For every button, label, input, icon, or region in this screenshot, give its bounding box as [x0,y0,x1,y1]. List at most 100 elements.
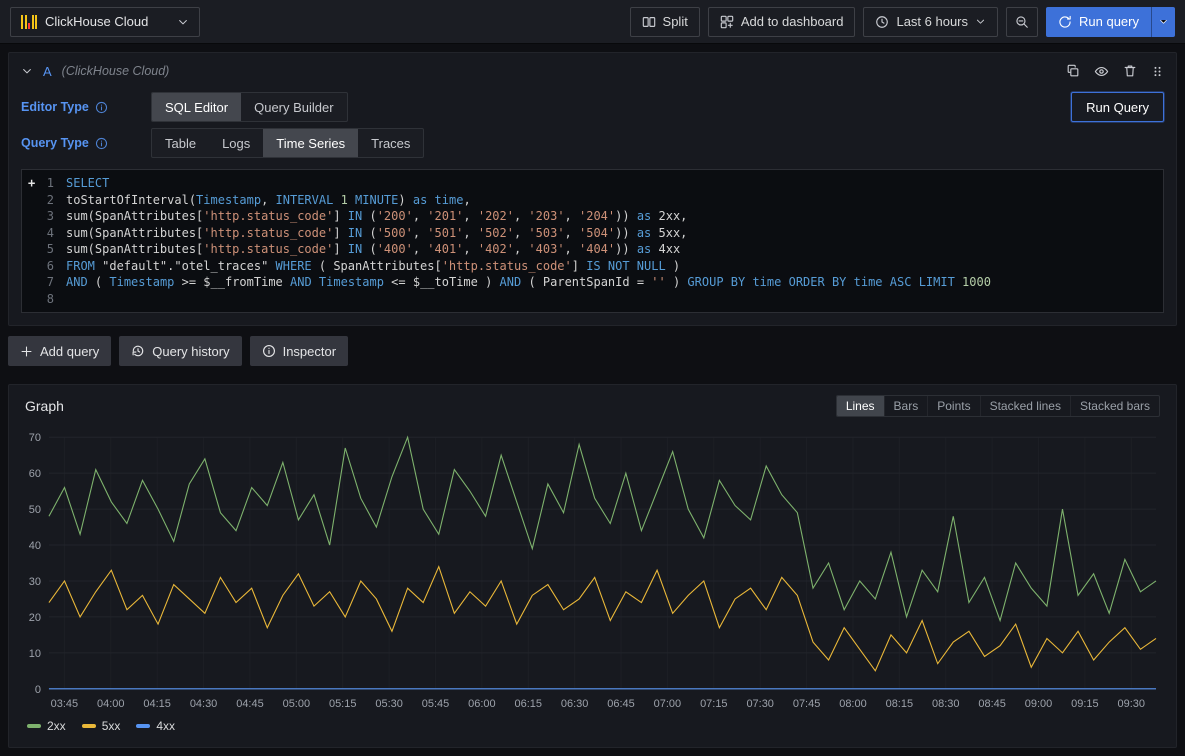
y-tick-label: 40 [29,540,41,552]
query-type-option-logs[interactable]: Logs [209,129,263,157]
editor-type-option-query-builder[interactable]: Query Builder [241,93,346,121]
x-tick-label: 05:00 [283,698,310,710]
query-type-label-text: Query Type [21,136,89,150]
run-query-interval-caret[interactable] [1151,7,1175,37]
query-type-toggle: TableLogsTime SeriesTraces [151,128,424,158]
x-tick-label: 08:00 [839,698,866,710]
legend-swatch-4xx [136,724,150,728]
x-tick-label: 07:15 [700,698,727,710]
collapse-chevron-icon[interactable] [21,65,33,77]
clickhouse-logo-icon [21,15,37,29]
time-range-label: Last 6 hours [896,14,968,29]
sql-line-6[interactable]: FROM "default"."otel_traces" WHERE ( Spa… [66,258,1163,275]
split-icon [642,15,656,29]
split-button[interactable]: Split [630,7,700,37]
sql-line-4[interactable]: sum(SpanAttributes['http.status_code'] I… [66,225,1163,242]
legend-item-2xx[interactable]: 2xx [27,719,66,733]
graph-mode-points[interactable]: Points [928,396,980,416]
y-tick-label: 10 [29,648,41,660]
x-tick-label: 07:45 [793,698,820,710]
query-history-button[interactable]: Query history [119,336,241,366]
x-tick-label: 04:00 [97,698,124,710]
datasource-picker[interactable]: ClickHouse Cloud [10,7,200,37]
query-type-option-time-series[interactable]: Time Series [263,129,358,157]
run-query-button[interactable]: Run query [1046,7,1151,37]
x-tick-label: 06:30 [561,698,588,710]
hide-response-eye-icon[interactable] [1094,64,1109,79]
sql-line-2[interactable]: toStartOfInterval(Timestamp, INTERVAL 1 … [66,192,1163,209]
x-tick-label: 05:45 [422,698,449,710]
dashboard-grid-icon [720,15,734,29]
split-label: Split [663,14,688,29]
y-tick-label: 20 [29,612,41,624]
add-to-dashboard-label: Add to dashboard [741,14,844,29]
time-range-picker[interactable]: Last 6 hours [863,7,998,37]
inspector-label: Inspector [283,344,336,359]
plus-icon [20,345,33,358]
zoom-out-button[interactable] [1006,7,1038,37]
editor-type-row: Editor Type SQL EditorQuery Builder Run … [9,89,1176,125]
add-to-dashboard-button[interactable]: Add to dashboard [708,7,856,37]
topbar: ClickHouse Cloud Split Add to dashboard … [0,0,1185,44]
sql-line-1[interactable]: SELECT [66,175,1163,192]
editor-add-glyph-icon[interactable]: + [28,175,35,192]
graph-mode-stacked-lines[interactable]: Stacked lines [981,396,1071,416]
line-number: 1 [47,176,54,190]
line-number: 6 [47,259,54,273]
x-tick-label: 05:15 [329,698,356,710]
history-icon [131,344,145,358]
run-query-label: Run query [1079,14,1139,29]
legend-item-5xx[interactable]: 5xx [82,719,121,733]
legend-item-4xx[interactable]: 4xx [136,719,175,733]
graph-canvas[interactable]: 03:4504:0004:1504:3004:4505:0005:1505:30… [15,425,1166,717]
x-tick-label: 04:30 [190,698,217,710]
x-tick-label: 03:45 [51,698,78,710]
x-tick-label: 08:30 [932,698,959,710]
sql-line-5[interactable]: sum(SpanAttributes['http.status_code'] I… [66,241,1163,258]
x-tick-label: 07:30 [746,698,773,710]
drag-handle-icon[interactable] [1151,65,1164,78]
sql-line-3[interactable]: sum(SpanAttributes['http.status_code'] I… [66,208,1163,225]
remove-query-trash-icon[interactable] [1123,64,1137,78]
x-tick-label: 06:45 [607,698,634,710]
x-tick-label: 06:00 [468,698,495,710]
graph-mode-bars[interactable]: Bars [885,396,929,416]
graph-mode-lines[interactable]: Lines [837,396,885,416]
info-circle-icon[interactable] [95,137,108,150]
chevron-down-icon [177,16,189,28]
duplicate-query-icon[interactable] [1066,64,1080,78]
sql-line-8[interactable] [66,291,1163,308]
query-type-label: Query Type [21,136,151,150]
legend-label-2xx: 2xx [47,719,66,733]
graph-title: Graph [25,398,64,414]
query-type-option-table[interactable]: Table [152,129,209,157]
line-number: 8 [47,292,54,306]
info-circle-icon[interactable] [95,101,108,114]
run-query-split-button: Run query [1046,7,1175,37]
x-tick-label: 07:00 [654,698,681,710]
add-query-button[interactable]: Add query [8,336,111,366]
y-tick-label: 50 [29,504,41,516]
query-type-row: Query Type TableLogsTime SeriesTraces [9,125,1176,161]
panel-run-query-button[interactable]: Run Query [1071,92,1164,122]
inspector-button[interactable]: Inspector [250,336,348,366]
legend-label-4xx: 4xx [156,719,175,733]
line-number: 5 [47,242,54,256]
series-line-5xx [49,567,1156,671]
x-tick-label: 08:15 [886,698,913,710]
query-type-option-traces[interactable]: Traces [358,129,423,157]
x-tick-label: 08:45 [978,698,1005,710]
sql-code-editor[interactable]: +12345678 SELECTtoStartOfInterval(Timest… [21,169,1164,313]
sql-line-7[interactable]: AND ( Timestamp >= $__fromTime AND Times… [66,274,1163,291]
topbar-actions: Split Add to dashboard Last 6 hours [630,7,1175,37]
graph-mode-stacked-bars[interactable]: Stacked bars [1071,396,1159,416]
x-tick-label: 09:00 [1025,698,1052,710]
editor-gutter: +12345678 [22,175,66,307]
zoom-out-icon [1015,15,1029,29]
editor-type-option-sql-editor[interactable]: SQL Editor [152,93,241,121]
query-ref-id[interactable]: A [43,64,52,79]
explore-page: A (ClickHouse Cloud) Editor Type [0,44,1185,756]
line-number: 2 [47,193,54,207]
y-tick-label: 60 [29,468,41,480]
add-query-label: Add query [40,344,99,359]
